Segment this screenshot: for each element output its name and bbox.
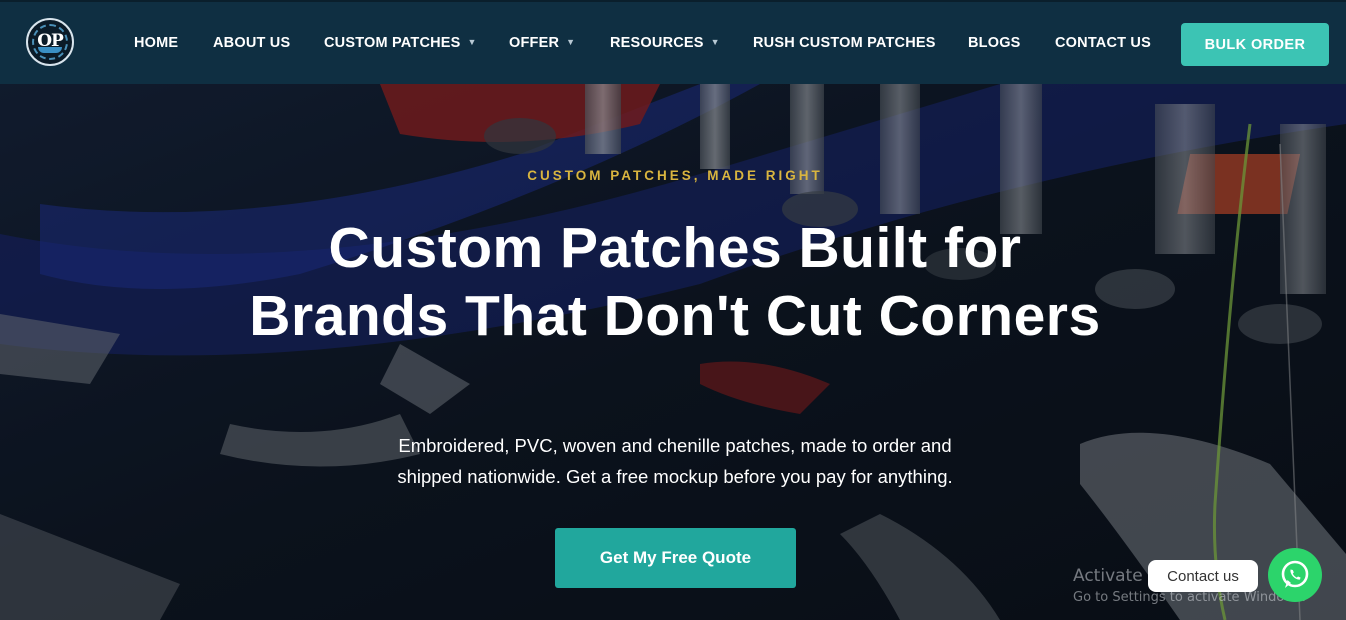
nav-blogs[interactable]: BLOGS — [968, 35, 1021, 51]
whatsapp-icon — [1281, 560, 1309, 588]
nav-about-us-label: ABOUT US — [213, 35, 291, 51]
nav-contact-us[interactable]: CONTACT US — [1055, 35, 1151, 51]
contact-us-label: Contact us — [1167, 567, 1239, 585]
chevron-down-icon: ▼ — [467, 37, 477, 48]
hero-subtext: Embroidered, PVC, woven and chenille pat… — [397, 435, 953, 487]
nav-rush-custom-patches-label: RUSH CUSTOM PATCHES — [753, 35, 936, 51]
site-header: OP HOME ABOUT US CUSTOM PATCHES ▼ OFFER ▼ … — [0, 0, 1346, 84]
whatsapp-button[interactable] — [1268, 548, 1322, 602]
hero-section: CUSTOM PATCHES, MADE RIGHT Custom Patche… — [0, 84, 1346, 620]
bulk-order-button[interactable]: BULK ORDER — [1181, 23, 1329, 66]
nav-offer[interactable]: OFFER ▼ — [509, 35, 575, 51]
chevron-down-icon: ▼ — [566, 37, 576, 48]
bulk-order-label: BULK ORDER — [1204, 36, 1306, 53]
free-quote-label: Get My Free Quote — [599, 548, 752, 567]
nav-custom-patches[interactable]: CUSTOM PATCHES ▼ — [324, 35, 477, 51]
hero-headline: Custom Patches Built for Brands That Don… — [249, 216, 1101, 348]
nav-about-us[interactable]: ABOUT US — [213, 35, 290, 51]
logo-wave — [38, 47, 62, 53]
nav-resources-label: RESOURCES — [610, 35, 704, 51]
nav-contact-us-label: CONTACT US — [1055, 35, 1151, 51]
nav-rush-custom-patches[interactable]: RUSH CUSTOM PATCHES — [753, 35, 936, 51]
free-quote-button[interactable]: Get My Free Quote — [555, 528, 796, 588]
brand-logo[interactable]: OP — [26, 18, 74, 66]
nav-blogs-label: BLOGS — [968, 35, 1021, 51]
chevron-down-icon: ▼ — [710, 37, 720, 48]
nav-offer-label: OFFER — [509, 35, 560, 51]
nav-resources[interactable]: RESOURCES ▼ — [610, 35, 720, 51]
nav-home[interactable]: HOME — [134, 35, 178, 51]
nav-custom-patches-label: CUSTOM PATCHES — [324, 35, 461, 51]
hero-eyebrow: CUSTOM PATCHES, MADE RIGHT — [527, 168, 823, 183]
watermark-subtitle: Go to Settings to activate Windows. — [1073, 590, 1306, 605]
nav-home-label: HOME — [134, 35, 179, 51]
contact-us-bubble[interactable]: Contact us — [1148, 560, 1258, 592]
